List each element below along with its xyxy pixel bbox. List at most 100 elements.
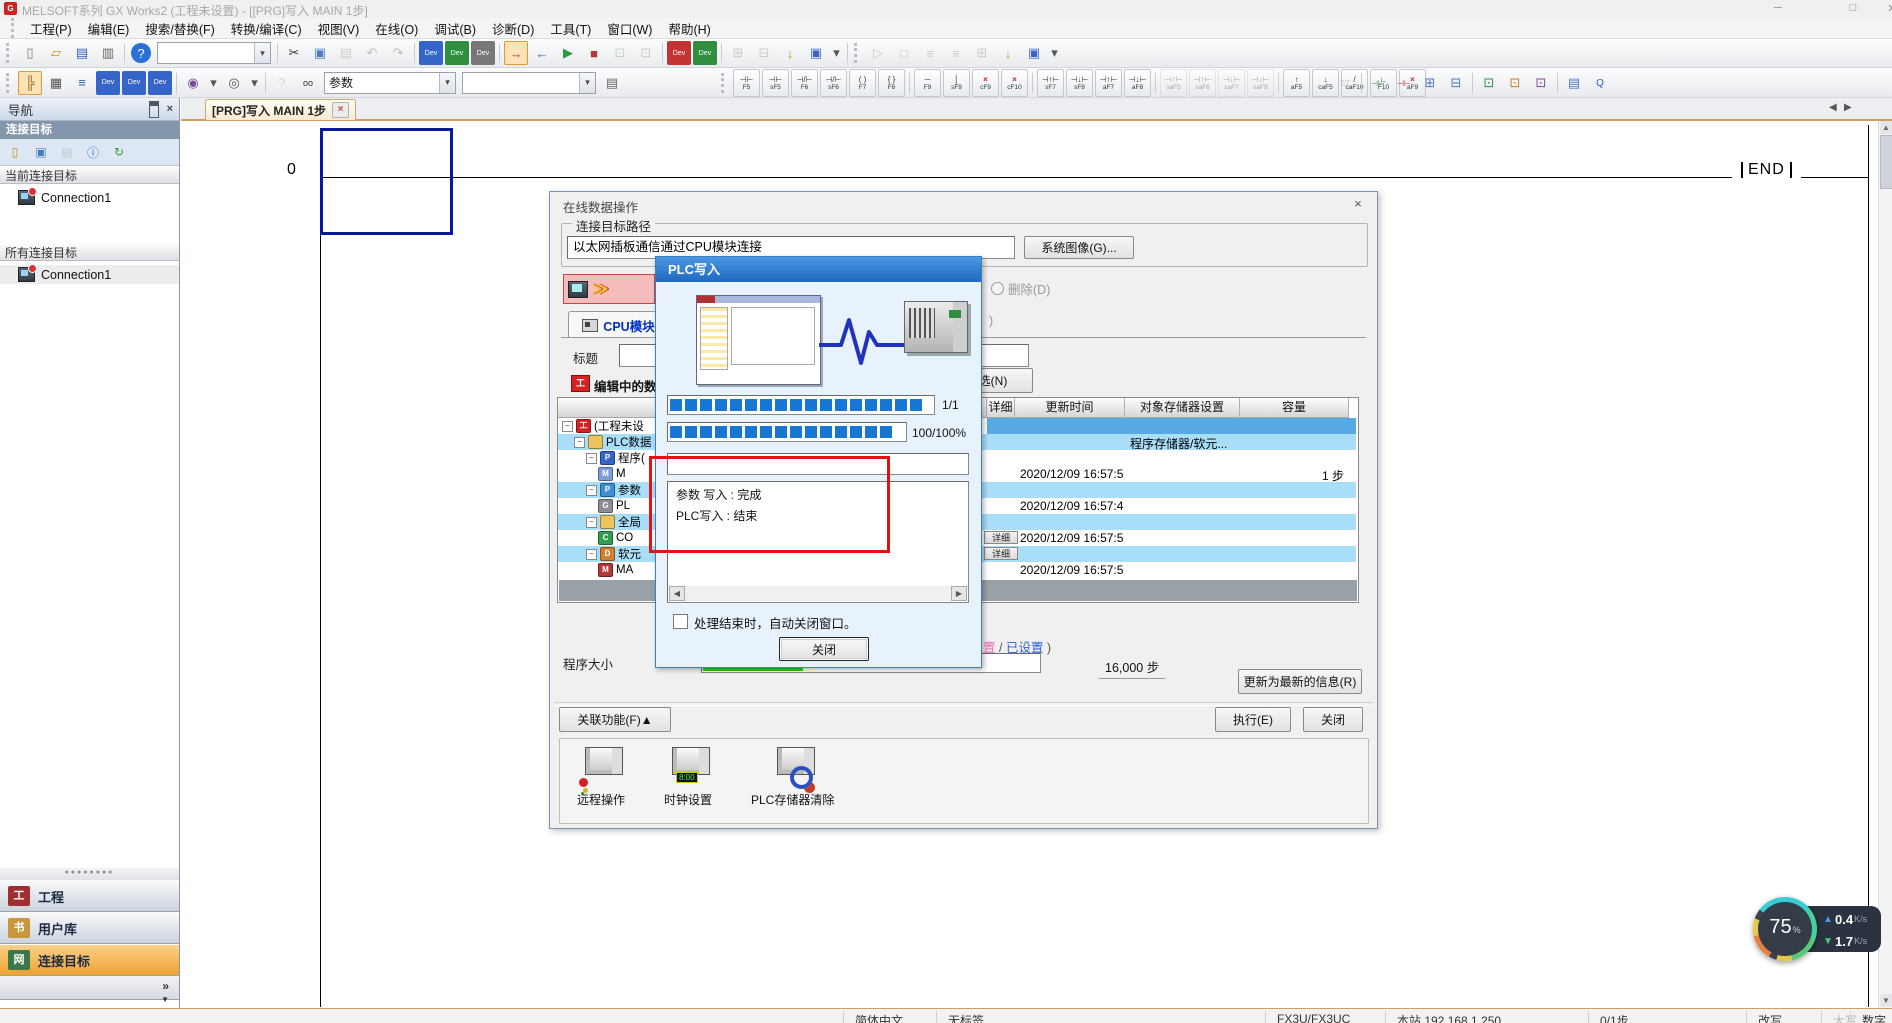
- dev-red-icon[interactable]: Dev: [667, 41, 691, 65]
- ladder-tool-cF10[interactable]: ×cF10: [1001, 69, 1028, 97]
- table-header-4[interactable]: 容量: [1240, 398, 1349, 418]
- menu-item[interactable]: 转换/编译(C): [223, 17, 310, 40]
- screen-display-icon[interactable]: ▣: [1022, 41, 1046, 65]
- watch-stop-icon[interactable]: ⊡: [634, 41, 658, 65]
- combo-dropdown-arrow-icon[interactable]: ▾: [254, 43, 270, 63]
- close-button[interactable]: ✕: [1882, 2, 1892, 15]
- panel-close-icon[interactable]: ×: [167, 103, 173, 115]
- program-jump-icon[interactable]: ↓: [996, 41, 1020, 65]
- menu-item[interactable]: 搜索/替换(F): [137, 17, 222, 40]
- system-image-button[interactable]: 系统图像(G)...: [1024, 236, 1134, 259]
- menu-item[interactable]: 在线(O): [367, 17, 426, 40]
- tree-expand-icon[interactable]: −: [586, 517, 597, 528]
- pin-icon[interactable]: [149, 101, 159, 118]
- dev-green-icon[interactable]: Dev: [693, 41, 717, 65]
- scroll-down-icon[interactable]: ▼: [1880, 994, 1892, 1007]
- ladder-tool-saF7[interactable]: ⊣↓⊢saF7: [1218, 69, 1245, 97]
- debug-skip-icon[interactable]: ⊞: [970, 41, 994, 65]
- tab-cpu-module[interactable]: CPU模块: [568, 311, 669, 338]
- open-file-icon[interactable]: ▱: [44, 41, 68, 65]
- delete-line-icon[interactable]: ⊣⊢: [1392, 71, 1416, 95]
- connection-item-current[interactable]: Connection1: [0, 188, 179, 207]
- find-binoculars-icon[interactable]: oo: [296, 71, 320, 95]
- table-header-3[interactable]: 对象存储器设置: [1125, 398, 1240, 418]
- dialog-close-icon[interactable]: ×: [1348, 196, 1368, 213]
- ladder-tool-sF5[interactable]: ⊣⊢sF5: [762, 69, 789, 97]
- menu-item[interactable]: 视图(V): [310, 17, 368, 40]
- copy-icon[interactable]: ▣: [308, 41, 332, 65]
- simulation-read-icon[interactable]: ⊞: [726, 41, 750, 65]
- related-function-remote-operation[interactable]: 远程操作: [577, 745, 625, 808]
- editor-vertical-scrollbar[interactable]: ▲ ▼: [1878, 121, 1892, 1008]
- progress-close-button[interactable]: 关闭: [779, 637, 869, 661]
- device-display-icon[interactable]: ◉: [181, 71, 205, 95]
- execute-button[interactable]: 执行(E): [1215, 707, 1291, 732]
- help-icon[interactable]: ?: [131, 43, 151, 63]
- dialog-close-button[interactable]: 关闭: [1303, 707, 1363, 732]
- debug-step-icon[interactable]: ≡: [918, 41, 942, 65]
- menu-item[interactable]: 工程(P): [22, 17, 80, 40]
- tab-scroll-left-icon[interactable]: ◀: [1829, 102, 1837, 113]
- nav-button-connection-destination[interactable]: 网连接目标: [0, 944, 179, 976]
- combo-dropdown-arrow-icon[interactable]: ▾: [579, 73, 595, 93]
- comment-edit-icon[interactable]: ⊡: [1477, 71, 1501, 95]
- find-in-document-icon[interactable]: ▤: [600, 71, 624, 95]
- nav-button-project-nav[interactable]: 工工程: [0, 880, 179, 912]
- nav-button-user-library[interactable]: 书用户库: [0, 912, 179, 944]
- scroll-left-icon[interactable]: ◀: [669, 586, 685, 601]
- ladder-dev-write-icon[interactable]: Dev: [96, 71, 120, 95]
- minimize-button[interactable]: ─: [1768, 2, 1788, 14]
- menu-item[interactable]: 帮助(H): [660, 17, 718, 40]
- ladder-tool-aF7[interactable]: ⊣↑⊢aF7: [1095, 69, 1122, 97]
- device-zoom-icon[interactable]: ◎: [222, 71, 246, 95]
- monitor-stop-icon[interactable]: ■: [582, 41, 606, 65]
- ladder-dev-grid-icon[interactable]: Dev: [122, 71, 146, 95]
- delete-radio[interactable]: [991, 282, 1004, 295]
- dropdown-arrow-icon[interactable]: ▾: [248, 71, 261, 95]
- ladder-tool-F9[interactable]: ─F9: [914, 69, 941, 97]
- monitor-screen-icon[interactable]: ▣: [804, 41, 828, 65]
- print-icon[interactable]: ▥: [96, 41, 120, 65]
- cut-icon[interactable]: ✂: [282, 41, 306, 65]
- network-speed-gauge[interactable]: 75 % ▲ 0.4 K/s ▼ 1.7 K/s: [1753, 897, 1883, 961]
- scroll-right-icon[interactable]: ▶: [951, 586, 967, 601]
- ladder-cursor[interactable]: [320, 128, 453, 235]
- new-file-icon[interactable]: ▯: [18, 41, 42, 65]
- ladder-tool-sF6[interactable]: ⊣/⊢sF6: [820, 69, 847, 97]
- undo-icon[interactable]: ↶: [360, 41, 384, 65]
- combo-dropdown-arrow-icon[interactable]: ▾: [439, 73, 455, 93]
- insert-row-icon[interactable]: ⊞: [1418, 71, 1442, 95]
- nav-splitter-handle[interactable]: ●●●●●●●●: [0, 868, 179, 880]
- refresh-icon[interactable]: ↻: [107, 140, 131, 164]
- tab-main-program[interactable]: [PRG]写入 MAIN 1步 ×: [205, 99, 356, 120]
- history-combobox[interactable]: ▾: [157, 42, 271, 64]
- scrollbar-thumb[interactable]: [1880, 135, 1892, 189]
- nav-more-button[interactable]: » ▼: [0, 976, 179, 1000]
- new-connection-icon[interactable]: ▯: [3, 140, 27, 164]
- watch-start-icon[interactable]: ⊡: [608, 41, 632, 65]
- tree-expand-icon[interactable]: −: [562, 421, 573, 432]
- related-function-plc-memory-clear[interactable]: PLC存储器清除: [751, 745, 834, 808]
- tab-scroll-right-icon[interactable]: ▶: [1844, 102, 1852, 113]
- log-horizontal-scrollbar[interactable]: ◀ ▶: [669, 586, 967, 601]
- related-function-clock-setting[interactable]: 时钟设置: [664, 745, 712, 808]
- ladder-tool-sF7[interactable]: ⊣↑⊢sF7: [1037, 69, 1064, 97]
- menu-item[interactable]: 诊断(D): [484, 17, 542, 40]
- connection-item-all[interactable]: Connection1: [0, 265, 179, 284]
- tree-item[interactable]: −工(工程未设: [562, 419, 644, 433]
- tree-item[interactable]: MM: [598, 467, 626, 481]
- ladder-tool-F8[interactable]: { }F8: [878, 69, 905, 97]
- detail-button[interactable]: 详细: [984, 531, 1018, 544]
- help-question-icon[interactable]: ?: [272, 73, 292, 93]
- tree-expand-icon[interactable]: −: [586, 485, 597, 496]
- dropdown-arrow-icon[interactable]: ▾: [207, 71, 220, 95]
- tree-expand-icon[interactable]: −: [586, 453, 597, 464]
- read-from-plc-icon[interactable]: ←: [530, 41, 554, 65]
- detail-button[interactable]: 详细: [984, 547, 1018, 560]
- copy-connection-icon[interactable]: ▣: [29, 140, 53, 164]
- tree-item[interactable]: −PLC数据: [574, 435, 651, 449]
- simulation-write-icon[interactable]: ⊟: [752, 41, 776, 65]
- maximize-button[interactable]: □: [1843, 2, 1863, 14]
- ladder-tool-saF8[interactable]: ⊣↓⊢saF8: [1247, 69, 1274, 97]
- menu-item[interactable]: 调试(B): [426, 17, 484, 40]
